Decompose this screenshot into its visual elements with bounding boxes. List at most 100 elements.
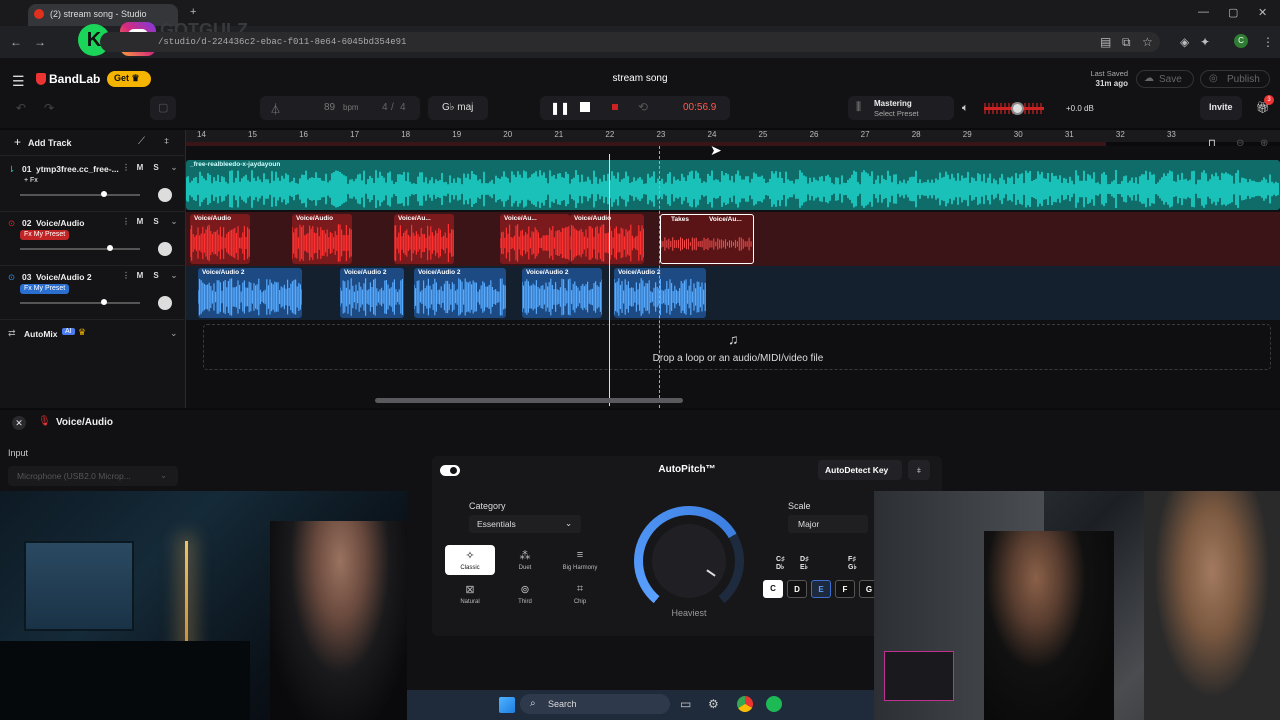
scale-key-e[interactable]: E [811,580,831,598]
minimize-button[interactable]: — [1198,6,1209,18]
mastering-button[interactable]: ⫼ Mastering Select Preset [848,96,954,120]
track-options-icon[interactable]: ⋮ [120,216,132,228]
audio-clip[interactable]: Voice/Audio 2 [522,268,602,318]
windows-start-icon[interactable] [499,697,515,713]
track-header[interactable]: ⇂ 01 M S ⋮ ⌄ + Fx ytmp3free.cc_free-... [0,158,186,212]
track-header[interactable]: ⊙ 02 M S ⋮ ⌄ Fx My Preset Voice/Audio [0,212,186,266]
maximize-button[interactable]: ▢ [1228,6,1238,19]
chevron-down-icon[interactable]: ⌄ [168,270,180,282]
extension-icon[interactable]: ◈ [1180,35,1189,49]
publish-button[interactable]: ◎ Publish [1200,70,1270,88]
chrome-icon[interactable] [737,696,753,712]
cast-icon[interactable]: ⧉ [1122,35,1131,50]
new-tab-button[interactable]: + [190,6,196,18]
save-button[interactable]: ☁ Save [1136,70,1194,88]
pan-knob[interactable] [158,296,172,310]
loop-icon[interactable]: ⟲ [638,100,648,114]
effect-option-classic[interactable]: ✧ Classic [445,545,495,575]
category-select[interactable]: Essentials ⌄ [469,515,581,533]
sharp-key-label[interactable]: F♯ G♭ [848,556,866,571]
effect-option-big-harmony[interactable]: ≡ Big Harmony [555,545,605,575]
solo-button[interactable]: S [150,162,162,174]
mute-button[interactable]: M [134,270,146,282]
lane-track-1[interactable]: _free-realbleedo-x-jaydayoun [186,158,1280,212]
time-sig-bottom[interactable]: 4 [400,102,406,113]
input-select[interactable]: Microphone (USB2.0 Microp... ⌄ [8,466,178,486]
forward-icon[interactable]: → [34,35,46,49]
taskbar-search[interactable]: ⌕ Search [520,694,670,714]
track-options-icon[interactable]: ⋮ [120,270,132,282]
autopitch-settings-icon[interactable]: ⧧ [908,460,930,480]
audio-clip[interactable]: Voice/Au... [394,214,454,264]
bookmark-star-icon[interactable]: ☆ [1142,35,1153,49]
track-options-icon[interactable]: ⋮ [120,162,132,174]
fx-preset-badge[interactable]: Fx My Preset [20,230,70,240]
add-fx-button[interactable]: + Fx [20,176,42,186]
stop-icon[interactable] [580,102,590,112]
audio-clip[interactable]: Voice/Audio 2 [414,268,506,318]
audio-clip[interactable]: Voice/Au... [500,214,570,264]
lane-track-3[interactable]: Voice/Audio 2 Voice/Audio 2 Voice/Audio 2 V… [186,266,1280,320]
pause-icon[interactable]: ❚❚ [550,101,570,115]
profile-avatar[interactable]: C [1234,34,1248,48]
audio-clip[interactable]: Voice/Audio [292,214,352,264]
sharp-key-label[interactable]: D♯ E♭ [800,556,818,571]
spotify-icon[interactable] [766,696,782,712]
record-icon[interactable] [612,104,618,110]
scale-select[interactable]: Major [788,515,868,533]
solo-button[interactable]: S [150,216,162,228]
mute-button[interactable]: M [134,162,146,174]
back-icon[interactable]: ← [10,35,22,49]
timeline-ruler[interactable]: 14 15 16 17 18 19 20 21 22 23 24 25 26 27 28 29 30 31 32 33 [186,130,1280,142]
pitch-dial[interactable] [634,506,744,616]
scale-key-f[interactable]: F [835,580,855,598]
arrangement-lanes[interactable]: _free-realbleedo-x-jaydayoun Voice/Audio… [186,146,1280,408]
track-title[interactable]: Voice/Audio 2 [36,272,92,282]
takes-clip[interactable]: Takes Voice/Au... [660,214,754,264]
extensions-puzzle-icon[interactable]: ✦ [1200,35,1210,49]
reader-icon[interactable]: ▤ [1100,35,1111,49]
audio-clip[interactable]: _free-realbleedo-x-jaydayoun [186,160,1280,210]
volume-knob[interactable] [1011,102,1024,115]
file-explorer-icon[interactable]: ▭ [680,697,691,711]
scale-key-c[interactable]: C [763,580,783,598]
sharp-key-label[interactable]: C♯ D♭ [776,556,794,571]
horizontal-scrollbar[interactable] [375,398,683,403]
close-window-button[interactable]: ✕ [1258,6,1267,19]
audio-clip[interactable]: Voice/Audio 2 [340,268,404,318]
browser-tab[interactable]: (2) stream song - Studio [28,4,178,26]
metronome-icon[interactable]: ⏃ [270,101,281,117]
slider-knob[interactable] [101,191,107,197]
close-panel-icon[interactable]: ✕ [12,416,26,430]
chevron-down-icon[interactable]: ⌄ [168,216,180,228]
track-volume-slider[interactable] [20,191,140,197]
audio-clip[interactable]: Voice/Audio 2 [198,268,302,318]
fx-preset-badge[interactable]: Fx My Preset [20,284,70,294]
lane-track-2[interactable]: Voice/Audio Voice/Audio Voice/Au... Voice/A… [186,212,1280,266]
track-number[interactable]: 01 [22,164,31,174]
solo-button[interactable]: S [150,270,162,282]
audio-clip[interactable]: Voice/Audio [570,214,644,264]
tool-icon[interactable]: ⟋ [138,136,145,147]
add-track-button[interactable]: Add Track [28,138,72,148]
slider-knob[interactable] [107,245,113,251]
pan-knob[interactable] [158,242,172,256]
panel-toggle-button[interactable]: ▢ [150,96,176,120]
master-volume-slider[interactable] [984,102,1044,115]
track-number[interactable]: 02 [22,218,31,228]
mute-button[interactable]: M [134,216,146,228]
track-header[interactable]: ⊙ 03 M S ⋮ ⌄ Fx My Preset Voice/Audio 2 [0,266,186,320]
redo-icon[interactable]: ↷ [44,101,54,115]
settings-sliders-icon[interactable]: ⧧ [164,136,169,147]
track-title[interactable]: Voice/Audio [36,218,85,228]
settings-icon[interactable]: ⚙ [708,697,719,711]
effect-option-duet[interactable]: ⁂ Duet [500,545,550,575]
effect-option-natural[interactable]: ⊠ Natural [445,579,495,609]
audio-clip[interactable]: Voice/Audio 2 [614,268,706,318]
playhead[interactable] [609,154,610,406]
effect-option-chip[interactable]: ⌗ Chip [555,579,605,609]
chevron-down-icon[interactable]: ⌄ [168,162,180,174]
pan-knob[interactable] [158,188,172,202]
track-number[interactable]: 03 [22,272,31,282]
bpm-value[interactable]: 89 [324,102,335,113]
